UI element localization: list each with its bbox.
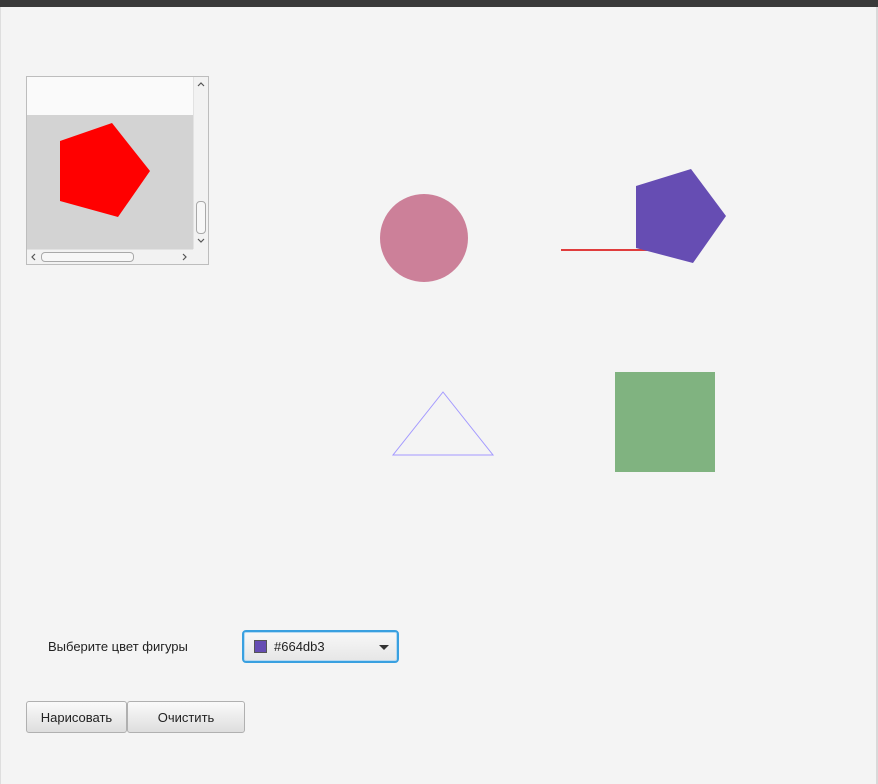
window-left-border — [0, 7, 1, 784]
vertical-scroll-thumb[interactable] — [196, 201, 206, 234]
circle-shape[interactable] — [380, 194, 468, 282]
color-picker-value: #664db3 — [274, 639, 325, 654]
preview-viewport — [27, 77, 193, 249]
square-shape[interactable] — [615, 372, 715, 472]
color-swatch — [254, 640, 267, 653]
color-label: Выберите цвет фигуры — [48, 639, 188, 654]
vertical-scrollbar[interactable] — [193, 77, 208, 249]
chevron-up-icon[interactable] — [195, 78, 207, 90]
chevron-left-icon[interactable] — [27, 251, 39, 263]
triangle-shape[interactable] — [391, 391, 495, 456]
color-picker[interactable]: #664db3 — [242, 630, 399, 663]
preview-canvas — [27, 77, 193, 249]
horizontal-scroll-thumb[interactable] — [41, 252, 134, 262]
preview-scroll-pane[interactable] — [26, 76, 209, 265]
clear-button[interactable]: Очистить — [127, 701, 245, 733]
horizontal-scrollbar[interactable] — [27, 249, 193, 264]
pentagon-shape[interactable] — [636, 169, 726, 263]
window-titlebar — [0, 0, 878, 7]
draw-button[interactable]: Нарисовать — [26, 701, 127, 733]
chevron-right-icon[interactable] — [179, 251, 191, 263]
chevron-down-icon[interactable] — [379, 645, 389, 650]
preview-header-area — [27, 77, 193, 115]
chevron-down-icon[interactable] — [195, 235, 207, 247]
scroll-corner — [193, 249, 208, 264]
